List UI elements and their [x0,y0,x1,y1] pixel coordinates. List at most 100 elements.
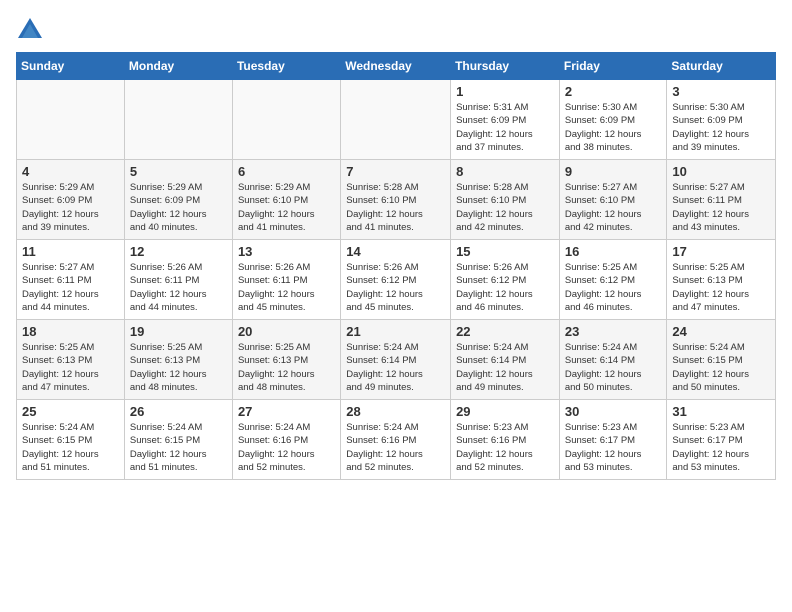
calendar-week-row: 4 Sunrise: 5:29 AM Sunset: 6:09 PM Daylig… [17,160,776,240]
day-info: Sunrise: 5:25 AM Sunset: 6:13 PM Dayligh… [130,341,227,394]
calendar-cell: 23 Sunrise: 5:24 AM Sunset: 6:14 PM Dayli… [559,320,667,400]
calendar-header-friday: Friday [559,53,667,80]
day-number: 2 [565,84,662,99]
calendar: SundayMondayTuesdayWednesdayThursdayFrid… [16,52,776,480]
day-info: Sunrise: 5:30 AM Sunset: 6:09 PM Dayligh… [672,101,770,154]
day-number: 11 [22,244,119,259]
calendar-cell: 15 Sunrise: 5:26 AM Sunset: 6:12 PM Dayli… [451,240,560,320]
calendar-week-row: 11 Sunrise: 5:27 AM Sunset: 6:11 PM Dayli… [17,240,776,320]
day-info: Sunrise: 5:25 AM Sunset: 6:12 PM Dayligh… [565,261,662,314]
calendar-cell: 10 Sunrise: 5:27 AM Sunset: 6:11 PM Dayli… [667,160,776,240]
day-info: Sunrise: 5:27 AM Sunset: 6:11 PM Dayligh… [672,181,770,234]
day-number: 20 [238,324,335,339]
day-info: Sunrise: 5:24 AM Sunset: 6:16 PM Dayligh… [238,421,335,474]
day-number: 15 [456,244,554,259]
day-number: 6 [238,164,335,179]
calendar-cell: 12 Sunrise: 5:26 AM Sunset: 6:11 PM Dayli… [124,240,232,320]
day-number: 21 [346,324,445,339]
day-info: Sunrise: 5:24 AM Sunset: 6:14 PM Dayligh… [346,341,445,394]
day-info: Sunrise: 5:23 AM Sunset: 6:16 PM Dayligh… [456,421,554,474]
calendar-cell: 27 Sunrise: 5:24 AM Sunset: 6:16 PM Dayli… [232,400,340,480]
day-info: Sunrise: 5:29 AM Sunset: 6:10 PM Dayligh… [238,181,335,234]
day-number: 29 [456,404,554,419]
day-number: 27 [238,404,335,419]
day-number: 24 [672,324,770,339]
calendar-cell: 24 Sunrise: 5:24 AM Sunset: 6:15 PM Dayli… [667,320,776,400]
day-info: Sunrise: 5:29 AM Sunset: 6:09 PM Dayligh… [130,181,227,234]
day-number: 5 [130,164,227,179]
day-info: Sunrise: 5:24 AM Sunset: 6:15 PM Dayligh… [672,341,770,394]
calendar-cell: 19Sunrise: 5:25 AM Sunset: 6:13 PM Dayli… [124,320,232,400]
calendar-cell: 3 Sunrise: 5:30 AM Sunset: 6:09 PM Daylig… [667,80,776,160]
calendar-cell: 28 Sunrise: 5:24 AM Sunset: 6:16 PM Dayli… [341,400,451,480]
day-number: 31 [672,404,770,419]
calendar-header-tuesday: Tuesday [232,53,340,80]
page-header [16,16,776,44]
day-number: 8 [456,164,554,179]
day-info: Sunrise: 5:23 AM Sunset: 6:17 PM Dayligh… [565,421,662,474]
logo-icon [16,16,44,44]
day-number: 12 [130,244,227,259]
calendar-cell [124,80,232,160]
day-number: 13 [238,244,335,259]
day-info: Sunrise: 5:26 AM Sunset: 6:12 PM Dayligh… [346,261,445,314]
calendar-cell: 17 Sunrise: 5:25 AM Sunset: 6:13 PM Dayli… [667,240,776,320]
calendar-cell: 13 Sunrise: 5:26 AM Sunset: 6:11 PM Dayli… [232,240,340,320]
day-info: Sunrise: 5:25 AM Sunset: 6:13 PM Dayligh… [672,261,770,314]
calendar-cell: 29 Sunrise: 5:23 AM Sunset: 6:16 PM Dayli… [451,400,560,480]
calendar-cell: 2Sunrise: 5:30 AM Sunset: 6:09 PM Daylig… [559,80,667,160]
calendar-cell: 1Sunrise: 5:31 AM Sunset: 6:09 PM Daylig… [451,80,560,160]
day-number: 18 [22,324,119,339]
day-info: Sunrise: 5:26 AM Sunset: 6:11 PM Dayligh… [238,261,335,314]
day-number: 22 [456,324,554,339]
day-info: Sunrise: 5:27 AM Sunset: 6:10 PM Dayligh… [565,181,662,234]
day-number: 23 [565,324,662,339]
day-info: Sunrise: 5:24 AM Sunset: 6:16 PM Dayligh… [346,421,445,474]
calendar-cell: 26 Sunrise: 5:24 AM Sunset: 6:15 PM Dayli… [124,400,232,480]
logo [16,16,48,44]
day-number: 30 [565,404,662,419]
day-info: Sunrise: 5:28 AM Sunset: 6:10 PM Dayligh… [346,181,445,234]
day-info: Sunrise: 5:25 AM Sunset: 6:13 PM Dayligh… [22,341,119,394]
day-info: Sunrise: 5:26 AM Sunset: 6:11 PM Dayligh… [130,261,227,314]
calendar-cell: 14 Sunrise: 5:26 AM Sunset: 6:12 PM Dayli… [341,240,451,320]
calendar-cell [341,80,451,160]
day-info: Sunrise: 5:24 AM Sunset: 6:15 PM Dayligh… [130,421,227,474]
day-number: 25 [22,404,119,419]
calendar-cell: 11 Sunrise: 5:27 AM Sunset: 6:11 PM Dayli… [17,240,125,320]
calendar-cell: 22Sunrise: 5:24 AM Sunset: 6:14 PM Dayli… [451,320,560,400]
calendar-cell: 8 Sunrise: 5:28 AM Sunset: 6:10 PM Daylig… [451,160,560,240]
day-number: 16 [565,244,662,259]
calendar-cell: 4 Sunrise: 5:29 AM Sunset: 6:09 PM Daylig… [17,160,125,240]
day-number: 17 [672,244,770,259]
day-number: 3 [672,84,770,99]
calendar-header-wednesday: Wednesday [341,53,451,80]
calendar-header-row: SundayMondayTuesdayWednesdayThursdayFrid… [17,53,776,80]
day-info: Sunrise: 5:23 AM Sunset: 6:17 PM Dayligh… [672,421,770,474]
day-number: 26 [130,404,227,419]
calendar-header-saturday: Saturday [667,53,776,80]
day-info: Sunrise: 5:27 AM Sunset: 6:11 PM Dayligh… [22,261,119,314]
day-number: 14 [346,244,445,259]
calendar-cell: 9 Sunrise: 5:27 AM Sunset: 6:10 PM Daylig… [559,160,667,240]
day-number: 10 [672,164,770,179]
day-number: 9 [565,164,662,179]
calendar-cell: 30 Sunrise: 5:23 AM Sunset: 6:17 PM Dayli… [559,400,667,480]
calendar-week-row: 1Sunrise: 5:31 AM Sunset: 6:09 PM Daylig… [17,80,776,160]
day-info: Sunrise: 5:24 AM Sunset: 6:15 PM Dayligh… [22,421,119,474]
day-info: Sunrise: 5:29 AM Sunset: 6:09 PM Dayligh… [22,181,119,234]
day-number: 7 [346,164,445,179]
day-number: 28 [346,404,445,419]
day-number: 4 [22,164,119,179]
calendar-cell: 7 Sunrise: 5:28 AM Sunset: 6:10 PM Daylig… [341,160,451,240]
calendar-cell: 20Sunrise: 5:25 AM Sunset: 6:13 PM Dayli… [232,320,340,400]
calendar-cell: 31 Sunrise: 5:23 AM Sunset: 6:17 PM Dayli… [667,400,776,480]
day-info: Sunrise: 5:28 AM Sunset: 6:10 PM Dayligh… [456,181,554,234]
calendar-header-monday: Monday [124,53,232,80]
calendar-cell: 5 Sunrise: 5:29 AM Sunset: 6:09 PM Daylig… [124,160,232,240]
calendar-cell: 25 Sunrise: 5:24 AM Sunset: 6:15 PM Dayli… [17,400,125,480]
calendar-week-row: 25 Sunrise: 5:24 AM Sunset: 6:15 PM Dayli… [17,400,776,480]
day-info: Sunrise: 5:24 AM Sunset: 6:14 PM Dayligh… [565,341,662,394]
calendar-cell: 18 Sunrise: 5:25 AM Sunset: 6:13 PM Dayli… [17,320,125,400]
day-info: Sunrise: 5:26 AM Sunset: 6:12 PM Dayligh… [456,261,554,314]
